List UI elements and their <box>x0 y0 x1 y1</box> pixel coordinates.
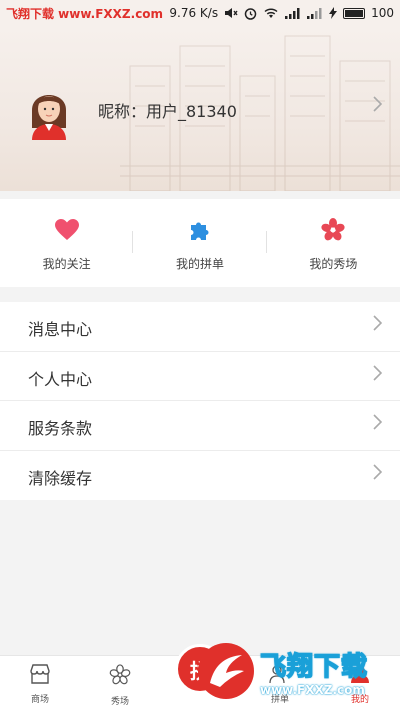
chevron-right-icon <box>372 315 383 336</box>
signal-icon <box>285 7 301 19</box>
menu-item-clear-cache[interactable]: 清除缓存 <box>0 451 400 501</box>
chevron-right-icon <box>372 463 383 485</box>
battery-level: 100 <box>371 6 394 20</box>
quick-link-follows[interactable]: 我的关注 <box>0 199 134 287</box>
charging-icon <box>329 7 338 19</box>
menu-item-label: 清除缓存 <box>28 468 93 488</box>
site-watermark: 飞翔下载 www.FXXZ.com <box>198 638 393 704</box>
menu-item-label: 个人中心 <box>28 369 93 389</box>
watermark-title: 飞翔下载 <box>259 651 369 683</box>
status-watermark: 飞翔下载 www.FXXZ.com <box>6 6 164 21</box>
quick-link-group-buy[interactable]: 我的拼单 <box>133 199 267 287</box>
puzzle-icon <box>187 217 213 243</box>
settings-menu: 消息中心 个人中心 服务条款 清除缓存 <box>0 302 400 500</box>
heart-icon <box>54 217 80 243</box>
quick-link-label: 我的拼单 <box>175 257 224 271</box>
menu-item-terms[interactable]: 服务条款 <box>0 401 400 451</box>
status-right: 9.76 K/s 100 <box>169 6 394 20</box>
tab-label: 商场 <box>30 695 49 705</box>
tab-shop[interactable]: 商场 <box>0 656 80 711</box>
profile-header: 昵称：用户_81340 <box>0 26 400 191</box>
mute-icon <box>224 7 238 19</box>
flower-icon <box>320 217 346 243</box>
signal-2-icon <box>307 7 323 19</box>
menu-item-label: 消息中心 <box>28 320 93 339</box>
watermark-text: 飞翔下载 www.FXXZ.com <box>259 646 369 697</box>
alarm-icon <box>244 7 257 20</box>
wifi-icon <box>263 7 279 19</box>
tab-showroom[interactable]: 秀场 <box>80 656 160 711</box>
nickname: 昵称：用户_81340 <box>98 102 237 121</box>
menu-item-personal[interactable]: 个人中心 <box>0 352 400 401</box>
avatar <box>32 95 66 140</box>
chevron-right-icon <box>372 364 383 386</box>
flower-outline-icon <box>109 664 131 690</box>
battery-icon <box>343 7 366 19</box>
quick-link-label: 我的关注 <box>42 257 91 271</box>
shop-icon <box>29 664 51 688</box>
quick-links: 我的关注 我的拼单 我的秀场 <box>0 199 400 287</box>
status-bar: 飞翔下载 www.FXXZ.com 9.76 K/s 100 <box>0 0 400 26</box>
watermark-logo-icon <box>198 643 254 699</box>
profile-row[interactable]: 昵称：用户_81340 <box>0 26 400 191</box>
menu-item-label: 服务条款 <box>28 419 93 438</box>
watermark-url: www.FXXZ.com <box>260 682 365 697</box>
tab-label: 秀场 <box>110 697 129 707</box>
chevron-right-icon <box>372 414 383 435</box>
chevron-right-icon <box>372 96 383 117</box>
quick-link-label: 我的秀场 <box>309 257 358 271</box>
network-speed: 9.76 K/s <box>169 6 219 20</box>
quick-link-showroom[interactable]: 我的秀场 <box>267 199 400 287</box>
menu-item-messages[interactable]: 消息中心 <box>0 302 400 352</box>
